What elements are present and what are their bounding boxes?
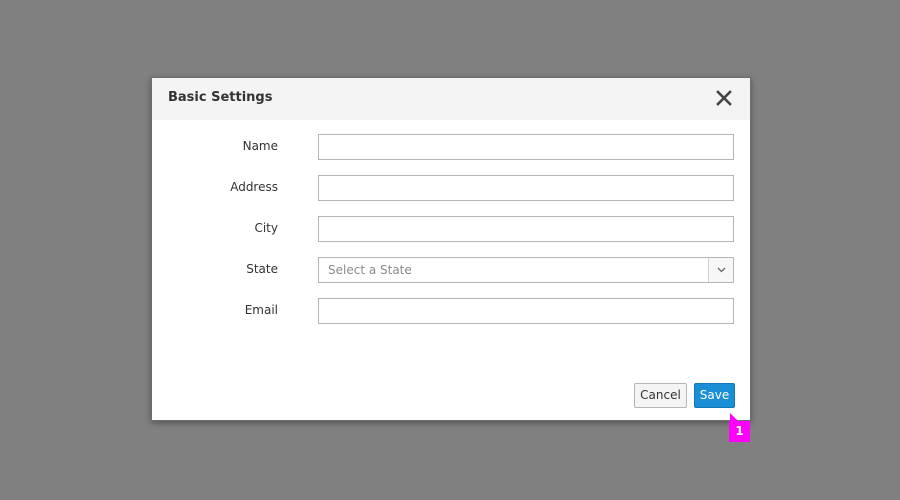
name-label: Name [242, 139, 278, 153]
cancel-button[interactable]: Cancel [634, 383, 687, 408]
address-input[interactable] [318, 175, 734, 201]
state-select-dropdown-toggle[interactable] [708, 258, 733, 282]
email-input[interactable] [318, 298, 734, 324]
close-icon [716, 90, 732, 106]
form-row-state: State Select a State [152, 257, 750, 283]
city-input[interactable] [318, 216, 734, 242]
chevron-down-icon [717, 267, 726, 273]
state-select-placeholder: Select a State [328, 263, 412, 277]
form-row-email: Email [152, 298, 750, 324]
city-label: City [254, 221, 278, 235]
dialog-header: Basic Settings [152, 78, 750, 120]
address-label: Address [230, 180, 278, 194]
form-row-city: City [152, 216, 750, 242]
email-label: Email [244, 303, 278, 317]
save-button[interactable]: Save [694, 383, 735, 408]
form-row-address: Address [152, 175, 750, 201]
state-select[interactable]: Select a State [318, 257, 734, 283]
basic-settings-dialog: Basic Settings Name Address City State S… [151, 77, 751, 421]
form-row-name: Name [152, 134, 750, 160]
step-badge: 1 [729, 421, 750, 442]
state-label: State [246, 262, 278, 276]
close-button[interactable] [714, 88, 734, 108]
name-input[interactable] [318, 134, 734, 160]
dialog-title: Basic Settings [168, 90, 273, 105]
